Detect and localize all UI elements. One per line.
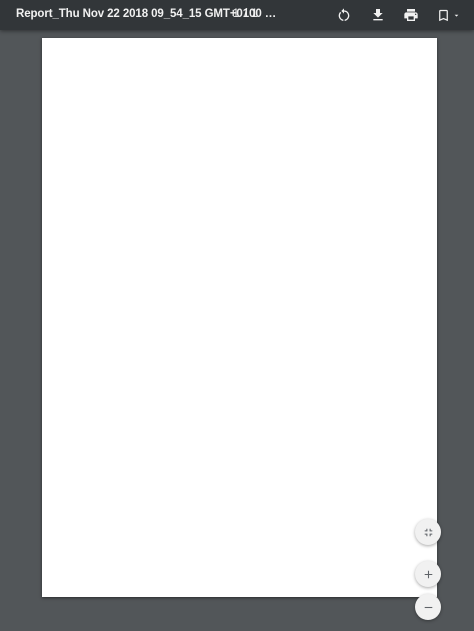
page-separator: / — [244, 8, 248, 20]
total-pages: 1 — [251, 8, 258, 20]
bookmarks-menu-button[interactable] — [433, 4, 463, 26]
bookmark-icon — [438, 9, 448, 21]
download-icon — [373, 9, 383, 21]
pdf-viewer: Report_Thu Nov 22 2018 09_54_15 GMT+0100… — [0, 0, 474, 631]
current-page-input[interactable]: 1 — [229, 8, 239, 20]
print-button[interactable] — [400, 4, 422, 26]
fit-page-button[interactable] — [415, 519, 441, 545]
zoom-out-icon — [424, 606, 432, 608]
chevron-down-icon — [454, 14, 458, 17]
pdf-toolbar: Report_Thu Nov 22 2018 09_54_15 GMT+0100… — [0, 0, 474, 30]
page-indicator: 1/1 — [229, 8, 258, 20]
fit-page-icon — [424, 528, 432, 536]
zoom-in-button[interactable] — [415, 561, 441, 587]
print-icon — [404, 9, 418, 21]
rotate-icon — [338, 8, 350, 21]
download-button[interactable] — [367, 4, 389, 26]
zoom-in-icon — [424, 570, 432, 578]
zoom-out-button[interactable] — [415, 594, 441, 620]
pdf-page — [42, 38, 437, 597]
rotate-button[interactable] — [333, 4, 355, 26]
